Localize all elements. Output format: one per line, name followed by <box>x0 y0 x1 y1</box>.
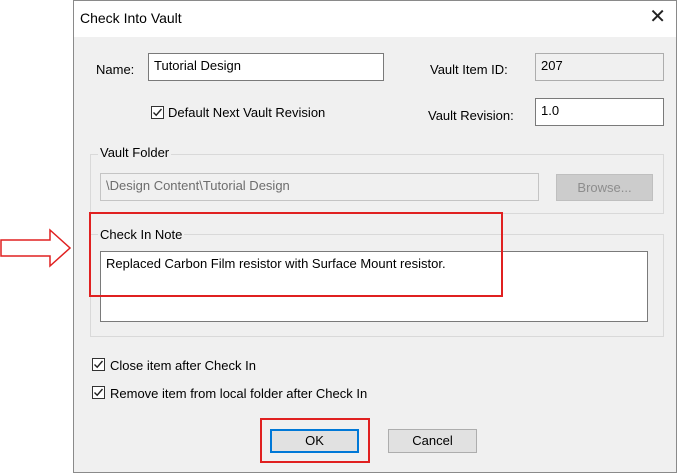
vault-folder-path-field: \Design Content\Tutorial Design <box>100 173 539 201</box>
browse-button[interactable]: Browse... <box>556 174 653 201</box>
check-into-vault-dialog: Check Into Vault ✕ Name: Tutorial Design… <box>73 0 677 473</box>
vault-item-id-label: Vault Item ID: <box>430 62 508 77</box>
close-after-checkin-label: Close item after Check In <box>110 358 256 373</box>
vault-folder-title: Vault Folder <box>98 145 172 160</box>
checkmark-icon <box>94 360 104 369</box>
name-label: Name: <box>96 62 135 77</box>
default-next-revision-checkbox[interactable] <box>151 106 164 119</box>
close-icon[interactable]: ✕ <box>649 7 666 27</box>
cancel-button[interactable]: Cancel <box>388 429 477 453</box>
check-in-note-textarea[interactable]: Replaced Carbon Film resistor with Surfa… <box>100 251 648 322</box>
name-input[interactable]: Tutorial Design <box>148 53 384 81</box>
checkmark-icon <box>94 388 104 397</box>
right-arrow-icon <box>0 228 72 268</box>
check-in-note-title: Check In Note <box>98 227 185 242</box>
checkmark-icon <box>153 108 163 117</box>
ok-button[interactable]: OK <box>270 429 359 453</box>
default-next-revision-label: Default Next Vault Revision <box>168 105 326 120</box>
remove-local-label: Remove item from local folder after Chec… <box>110 386 368 401</box>
vault-revision-label: Vault Revision: <box>428 108 514 123</box>
close-after-checkin-checkbox[interactable] <box>92 358 105 371</box>
vault-item-id-field: 207 <box>535 53 664 81</box>
vault-revision-input[interactable]: 1.0 <box>535 98 664 126</box>
dialog-title: Check Into Vault <box>80 10 182 26</box>
title-bar: Check Into Vault ✕ <box>74 1 676 37</box>
remove-local-checkbox[interactable] <box>92 386 105 399</box>
